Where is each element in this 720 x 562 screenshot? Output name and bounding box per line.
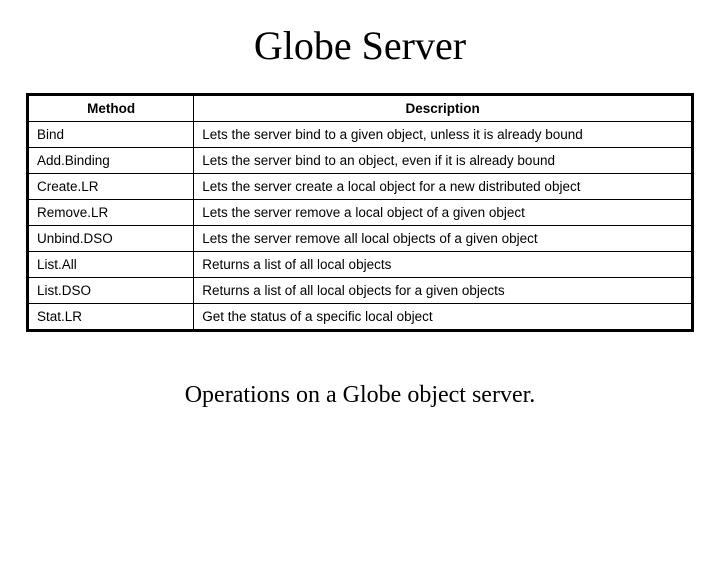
- cell-method: List.DSO: [28, 278, 194, 304]
- table-header-row: Method Description: [28, 95, 693, 122]
- cell-method: Stat.LR: [28, 304, 194, 331]
- cell-description: Lets the server bind to a given object, …: [194, 122, 693, 148]
- cell-method: Bind: [28, 122, 194, 148]
- cell-description: Lets the server create a local object fo…: [194, 174, 693, 200]
- page-title: Globe Server: [0, 22, 720, 69]
- table-row: Remove.LR Lets the server remove a local…: [28, 200, 693, 226]
- cell-method: Remove.LR: [28, 200, 194, 226]
- table-row: Unbind.DSO Lets the server remove all lo…: [28, 226, 693, 252]
- cell-method: List.All: [28, 252, 194, 278]
- table-row: Stat.LR Get the status of a specific loc…: [28, 304, 693, 331]
- methods-table-wrap: Method Description Bind Lets the server …: [0, 93, 720, 332]
- cell-description: Returns a list of all local objects: [194, 252, 693, 278]
- cell-description: Lets the server remove all local objects…: [194, 226, 693, 252]
- table-row: List.All Returns a list of all local obj…: [28, 252, 693, 278]
- cell-method: Add.Binding: [28, 148, 194, 174]
- cell-description: Get the status of a specific local objec…: [194, 304, 693, 331]
- cell-method: Create.LR: [28, 174, 194, 200]
- header-method: Method: [28, 95, 194, 122]
- table-row: List.DSO Returns a list of all local obj…: [28, 278, 693, 304]
- caption: Operations on a Globe object server.: [0, 382, 720, 409]
- table-row: Create.LR Lets the server create a local…: [28, 174, 693, 200]
- methods-table: Method Description Bind Lets the server …: [26, 93, 694, 332]
- cell-method: Unbind.DSO: [28, 226, 194, 252]
- cell-description: Returns a list of all local objects for …: [194, 278, 693, 304]
- cell-description: Lets the server remove a local object of…: [194, 200, 693, 226]
- table-row: Bind Lets the server bind to a given obj…: [28, 122, 693, 148]
- cell-description: Lets the server bind to an object, even …: [194, 148, 693, 174]
- table-row: Add.Binding Lets the server bind to an o…: [28, 148, 693, 174]
- header-description: Description: [194, 95, 693, 122]
